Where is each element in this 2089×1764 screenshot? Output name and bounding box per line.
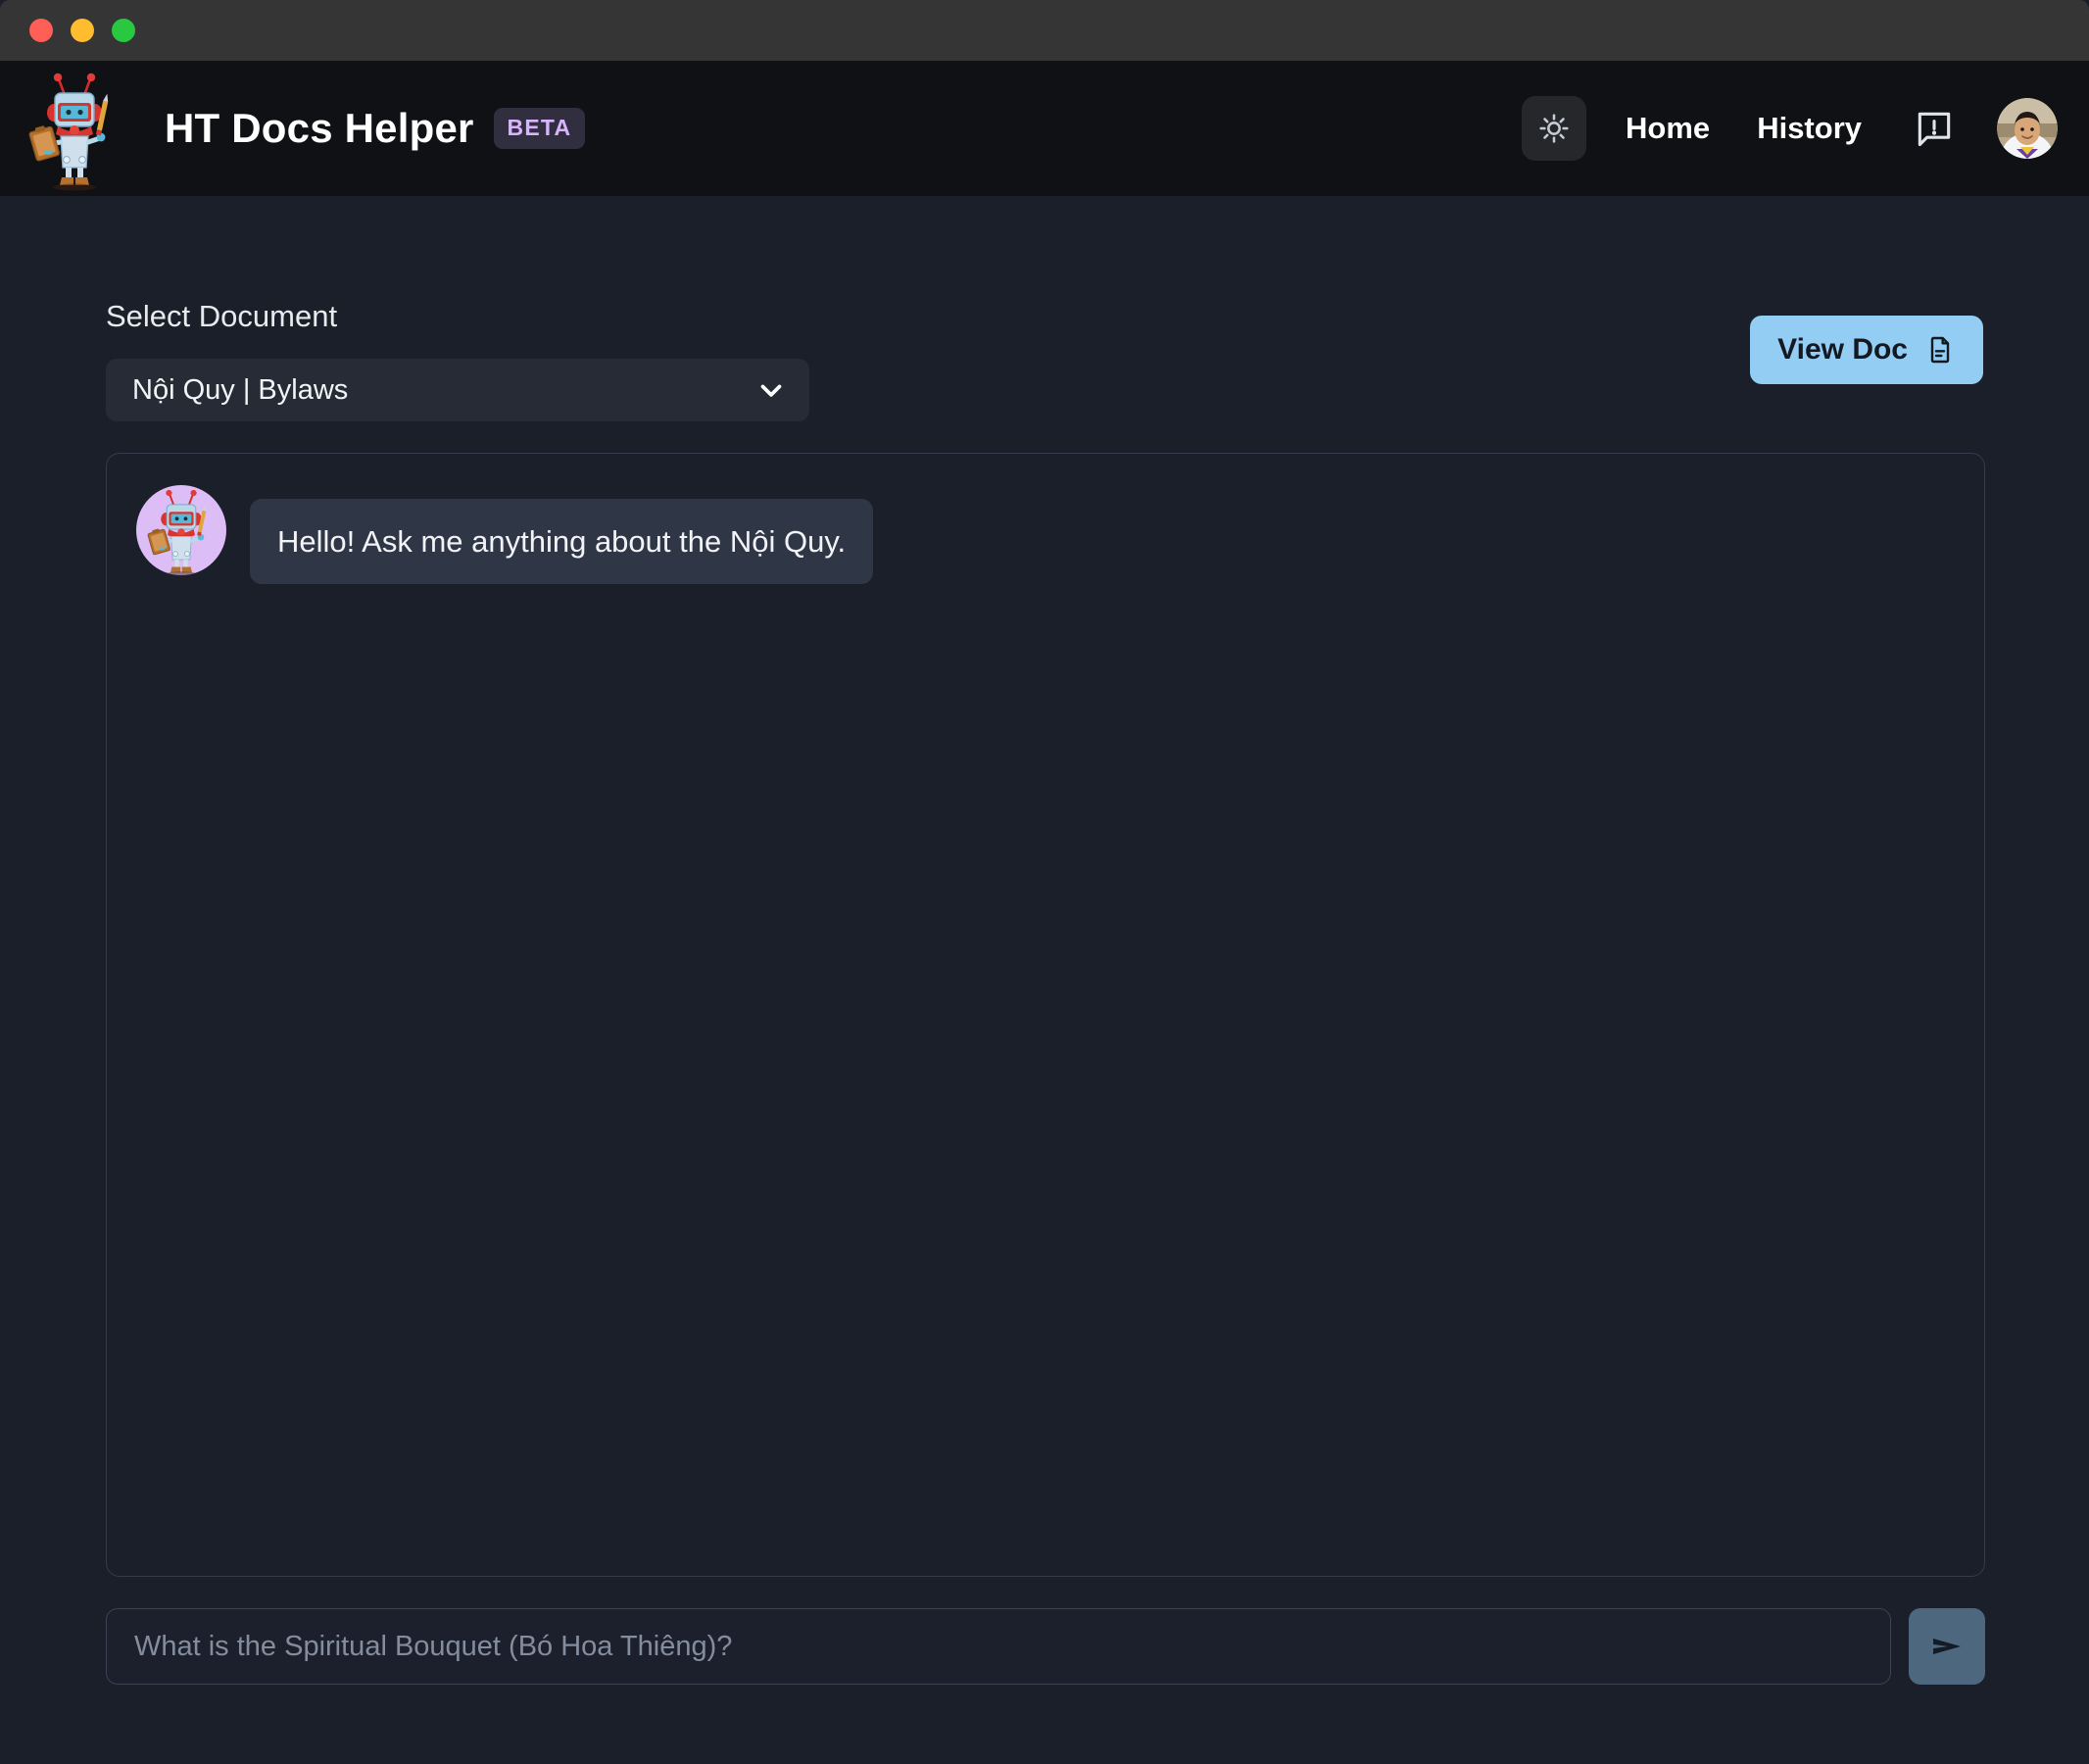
- header-actions: Home History: [1522, 96, 2058, 161]
- select-document-label: Select Document: [106, 299, 338, 333]
- view-doc-button[interactable]: View Doc: [1750, 316, 1983, 384]
- user-avatar[interactable]: [1997, 98, 2058, 159]
- view-doc-label: View Doc: [1777, 333, 1908, 366]
- send-button[interactable]: [1909, 1608, 1985, 1685]
- window-close-button[interactable]: [29, 19, 53, 42]
- feedback-speech-bubble-icon: [1918, 112, 1951, 147]
- robot-logo-icon: [28, 73, 109, 191]
- chat-composer: [106, 1608, 1985, 1685]
- nav-link-home[interactable]: Home: [1626, 111, 1710, 146]
- brand: HT Docs Helper BETA: [25, 66, 586, 191]
- document-select-value: Nội Quy | Bylaws: [132, 373, 349, 406]
- avatar-photo: [1997, 98, 2058, 159]
- app-window: HT Docs Helper BETA Home History Select …: [0, 0, 2089, 1764]
- app-header: HT Docs Helper BETA Home History: [0, 61, 2089, 196]
- nav-link-history[interactable]: History: [1757, 111, 1862, 146]
- chevron-down-icon: [760, 384, 782, 397]
- send-arrow-icon: [1933, 1639, 1961, 1654]
- window-titlebar: [0, 0, 2089, 61]
- document-icon: [1930, 336, 1950, 364]
- feedback-button[interactable]: [1909, 103, 1960, 154]
- window-minimize-button[interactable]: [71, 19, 94, 42]
- window-maximize-button[interactable]: [112, 19, 135, 42]
- chat-input[interactable]: [106, 1608, 1891, 1685]
- main-content: Select Document Nội Quy | Bylaws View Do…: [0, 196, 2089, 1764]
- document-selector-row: Select Document Nội Quy | Bylaws View Do…: [106, 196, 1983, 421]
- document-select[interactable]: Nội Quy | Bylaws: [106, 359, 809, 421]
- beta-badge: BETA: [493, 108, 586, 149]
- app-title: HT Docs Helper: [165, 105, 474, 151]
- robot-avatar-icon: [136, 485, 226, 575]
- chat-message-bubble: Hello! Ask me anything about the Nội Quy…: [250, 499, 874, 585]
- chat-panel: Hello! Ask me anything about the Nội Quy…: [106, 453, 1985, 1577]
- sun-icon: [1539, 114, 1569, 143]
- robot-avatar-image: [147, 489, 207, 575]
- theme-toggle-button[interactable]: [1522, 96, 1587, 161]
- chat-message: Hello! Ask me anything about the Nội Quy…: [136, 485, 1955, 585]
